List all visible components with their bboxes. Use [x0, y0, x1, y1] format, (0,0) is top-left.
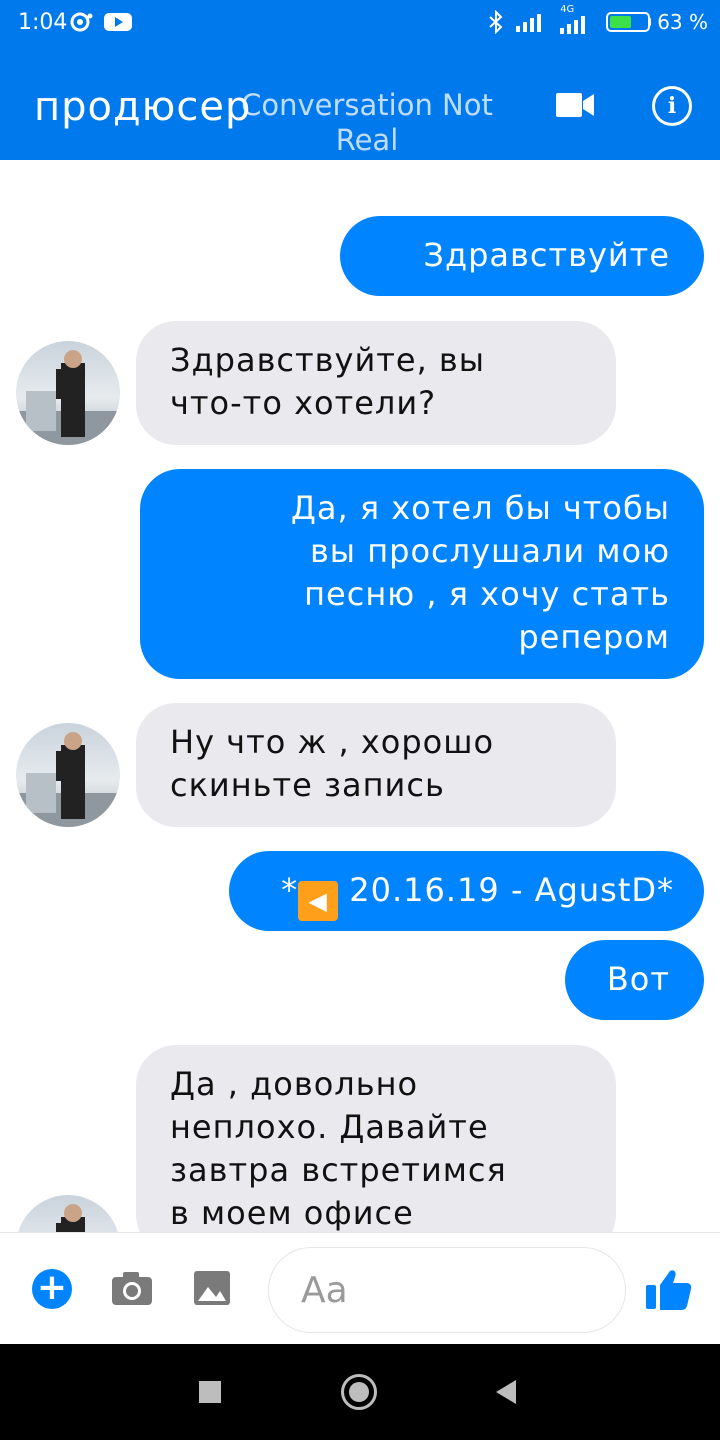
incoming-message[interactable]: Да , довольно неплохо. Давайте завтра вс… — [136, 1045, 616, 1232]
outgoing-message[interactable]: Здравствуйте — [340, 216, 704, 296]
message-input[interactable]: Aa — [268, 1247, 626, 1333]
avatar-image — [56, 1204, 85, 1232]
incoming-message[interactable]: Ну что ж , хорошо скиньте запись — [136, 703, 616, 827]
battery-icon — [606, 12, 651, 32]
avatar-image — [16, 732, 120, 827]
outgoing-message[interactable]: Да, я хотел бы чтобы вы прослушали мою п… — [140, 469, 704, 679]
battery-indicator: 63 % — [606, 10, 708, 34]
system-nav-bar — [0, 1344, 720, 1440]
video-camera-icon[interactable] — [556, 90, 596, 120]
signal-icon — [516, 14, 542, 32]
gallery-icon[interactable] — [192, 1269, 232, 1307]
contact-name[interactable]: продюсер — [34, 84, 251, 130]
contact-avatar[interactable] — [16, 341, 120, 445]
avatar-image — [16, 350, 120, 445]
contact-avatar[interactable] — [16, 723, 120, 827]
message-list[interactable]: Здравствуйте Здравствуйте, вы что-то хот… — [0, 160, 720, 1232]
watermark: Conversation Not Real — [241, 88, 493, 157]
status-bar: 1:04 4G 63 % — [0, 0, 720, 50]
back-icon[interactable] — [496, 1380, 516, 1404]
signal-4g-icon: 4G — [558, 4, 594, 34]
info-icon[interactable]: i — [652, 86, 692, 126]
camera-icon[interactable] — [110, 1269, 154, 1307]
thumbs-up-icon[interactable] — [644, 1267, 692, 1311]
incoming-message[interactable]: Здравствуйте, вы что-то хотели? — [136, 321, 616, 445]
sync-icon — [70, 12, 93, 32]
outgoing-audio-message[interactable]: * ◀ 20.16.19 - AgustD* — [229, 851, 704, 931]
composer-bar: + Aa — [0, 1232, 720, 1344]
contact-avatar[interactable] — [16, 1195, 120, 1232]
battery-percent: 63 % — [657, 10, 708, 34]
conversation-header: продюсер Conversation Not Real i — [0, 50, 720, 160]
play-icon[interactable]: ◀ — [298, 881, 339, 921]
recent-apps-icon[interactable] — [199, 1381, 221, 1403]
bluetooth-icon — [489, 10, 503, 34]
outgoing-message[interactable]: Вот — [565, 940, 704, 1020]
youtube-icon — [104, 13, 132, 31]
home-icon[interactable] — [341, 1374, 377, 1410]
status-time: 1:04 — [18, 10, 68, 35]
add-icon[interactable]: + — [32, 1269, 72, 1309]
